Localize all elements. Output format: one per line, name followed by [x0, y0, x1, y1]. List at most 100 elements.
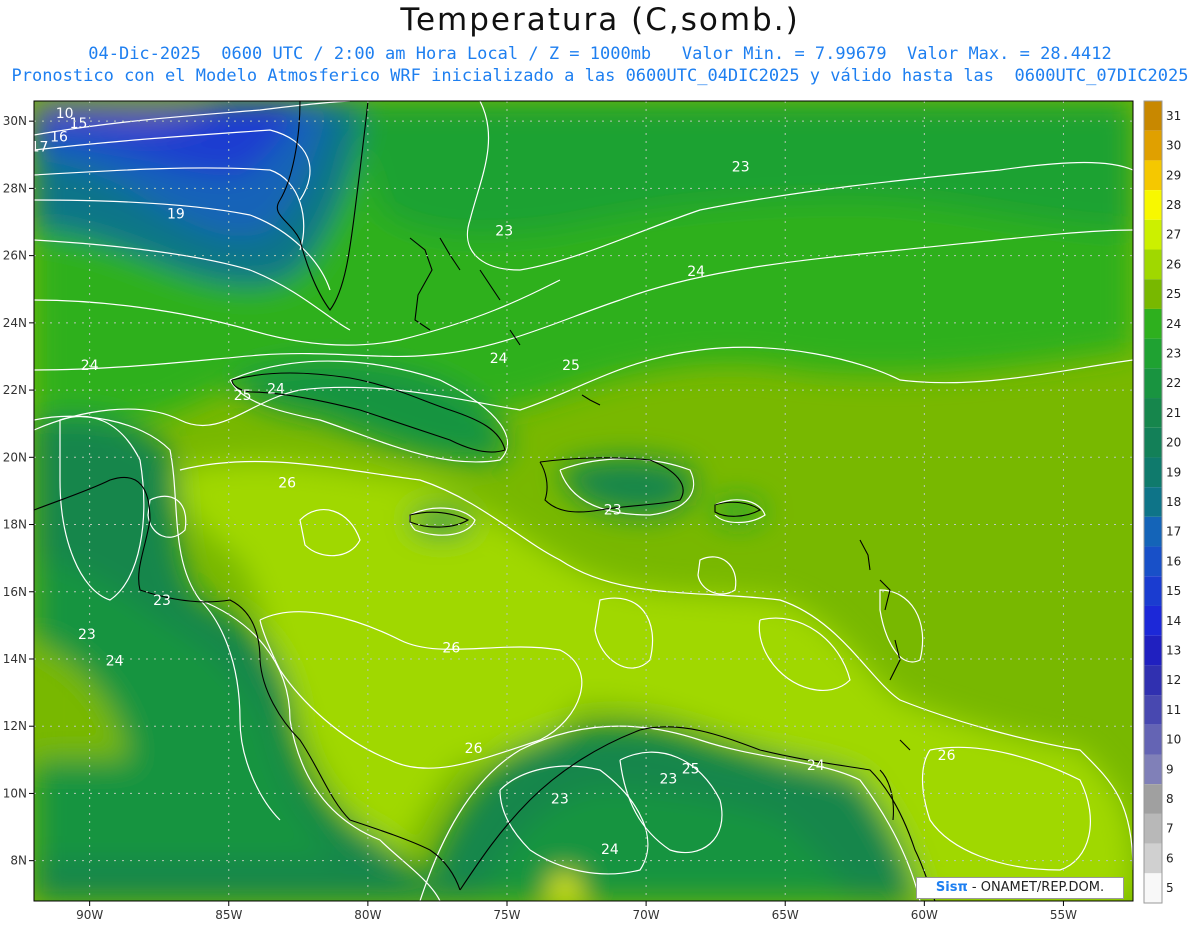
lat-tick-label: 14N	[3, 652, 27, 666]
colorbar-swatch	[1144, 457, 1162, 488]
lat-tick-label: 30N	[3, 114, 27, 128]
lat-tick-label: 10N	[3, 786, 27, 800]
contour-label: 23	[659, 771, 677, 787]
colorbar-swatch	[1144, 338, 1162, 369]
colorbar-label: 11	[1166, 703, 1181, 717]
colorbar-swatch	[1144, 516, 1162, 547]
colorbar-label: 10	[1166, 733, 1181, 747]
colorbar-swatch	[1144, 843, 1162, 874]
contour-label: 26	[465, 741, 483, 757]
colorbar-swatch	[1144, 873, 1162, 903]
colorbar-swatch	[1144, 754, 1162, 785]
lon-tick-label: 70W	[633, 908, 660, 922]
colorbar-swatch	[1144, 427, 1162, 458]
colorbar-label: 18	[1166, 495, 1181, 509]
contour-label: 25	[682, 761, 700, 777]
lat-tick-label: 18N	[3, 518, 27, 532]
colorbar-label: 19	[1166, 465, 1181, 479]
colorbar-swatch	[1144, 279, 1162, 309]
colorbar-label: 9	[1166, 762, 1174, 776]
colorbar-label: 13	[1166, 644, 1181, 658]
colorbar-label: 23	[1166, 346, 1181, 360]
lon-tick-label: 55W	[1050, 908, 1077, 922]
colorbar-label: 24	[1166, 317, 1181, 331]
colorbar-label: 17	[1166, 525, 1181, 539]
lat-tick-label: 12N	[3, 719, 27, 733]
colorbar-swatch	[1144, 219, 1162, 250]
contour-label: 17	[31, 139, 49, 155]
contour-label: 26	[278, 476, 296, 492]
colorbar-swatch	[1144, 368, 1162, 399]
colorbar-swatch	[1144, 101, 1162, 131]
colorbar-label: 25	[1166, 287, 1181, 301]
contour-label: 23	[495, 223, 513, 239]
lon-tick-label: 60W	[911, 908, 938, 922]
colorbar-label: 16	[1166, 554, 1181, 568]
colorbar-label: 14	[1166, 614, 1181, 628]
colorbar-swatch	[1144, 576, 1162, 606]
lon-tick-label: 90W	[76, 908, 103, 922]
colorbar-label: 31	[1166, 109, 1181, 123]
colorbar-label: 5	[1166, 881, 1174, 895]
colorbar-label: 29	[1166, 168, 1181, 182]
lon-tick-label: 85W	[215, 908, 242, 922]
contour-label: 24	[687, 264, 705, 280]
colorbar-swatch	[1144, 665, 1162, 696]
longitude-axis: 90W 85W 80W 75W 70W 65W 60W 55W	[76, 901, 1077, 922]
colorbar-label: 6	[1166, 851, 1174, 865]
contour-label: 15	[70, 116, 88, 132]
lat-tick-label: 8N	[10, 854, 27, 868]
contour-label: 24	[807, 758, 825, 774]
lat-tick-label: 20N	[3, 450, 27, 464]
contour-label: 23	[78, 627, 96, 643]
credit-box: Sisπ - ONAMET/REP.DOM.	[916, 877, 1124, 899]
colorbar-label: 15	[1166, 584, 1181, 598]
contour-label: 23	[732, 160, 750, 176]
lat-tick-label: 22N	[3, 383, 27, 397]
colorbar-swatch	[1144, 695, 1162, 725]
colorbar-label: 26	[1166, 257, 1181, 271]
colorbar-label: 30	[1166, 139, 1181, 153]
lon-tick-label: 75W	[493, 908, 520, 922]
contour-label: 24	[106, 654, 124, 670]
colorbar-swatch	[1144, 605, 1162, 636]
colorbar-label: 27	[1166, 228, 1181, 242]
contour-label: 23	[604, 502, 622, 518]
lat-tick-label: 26N	[3, 249, 27, 263]
credit-text: - ONAMET/REP.DOM.	[967, 880, 1105, 895]
temperature-map: 10 15 16 17 19 23 23 24 24 24 25 24 25 26 23 23 23 24 26 26…	[3, 100, 1181, 922]
contour-label: 26	[442, 640, 460, 656]
contour-label: 24	[267, 381, 285, 397]
colorbar-swatch	[1144, 546, 1162, 577]
contour-label: 24	[601, 842, 619, 858]
colorbar-label: 7	[1166, 822, 1174, 836]
colorbar-label: 20	[1166, 436, 1181, 450]
colorbar-swatch	[1144, 784, 1162, 814]
colorbar-label: 28	[1166, 198, 1181, 212]
colorbar-label: 8	[1166, 792, 1174, 806]
lon-tick-label: 65W	[772, 908, 799, 922]
colorbar-swatch	[1144, 398, 1162, 428]
contour-label: 23	[551, 792, 569, 808]
latitude-axis: 30N 28N 26N 24N 22N 20N 18N 16N 14N 12N 10N 8N	[3, 114, 34, 868]
lat-tick-label: 28N	[3, 181, 27, 195]
colorbar-swatch	[1144, 190, 1162, 220]
sispi-brand: Sisπ	[935, 880, 968, 895]
contour-label: 24	[490, 351, 508, 367]
shaded-field	[34, 101, 1133, 901]
lat-tick-label: 16N	[3, 585, 27, 599]
lon-tick-label: 80W	[354, 908, 381, 922]
colorbar: 31 30 29 28 27 26 25 24 23 22 21 20 19 18 17 16 15 14 13 12…	[1143, 100, 1181, 904]
colorbar-label: 22	[1166, 376, 1181, 390]
colorbar-swatch	[1144, 487, 1162, 517]
colorbar-swatch	[1144, 308, 1162, 339]
colorbar-swatch	[1144, 249, 1162, 280]
contour-label: 23	[153, 593, 171, 609]
colorbar-swatch	[1144, 635, 1162, 666]
colorbar-swatch	[1144, 130, 1162, 161]
contour-label: 19	[167, 207, 185, 223]
colorbar-label: 12	[1166, 673, 1181, 687]
colorbar-swatch	[1144, 724, 1162, 755]
lat-tick-label: 24N	[3, 316, 27, 330]
colorbar-swatch	[1144, 813, 1162, 844]
